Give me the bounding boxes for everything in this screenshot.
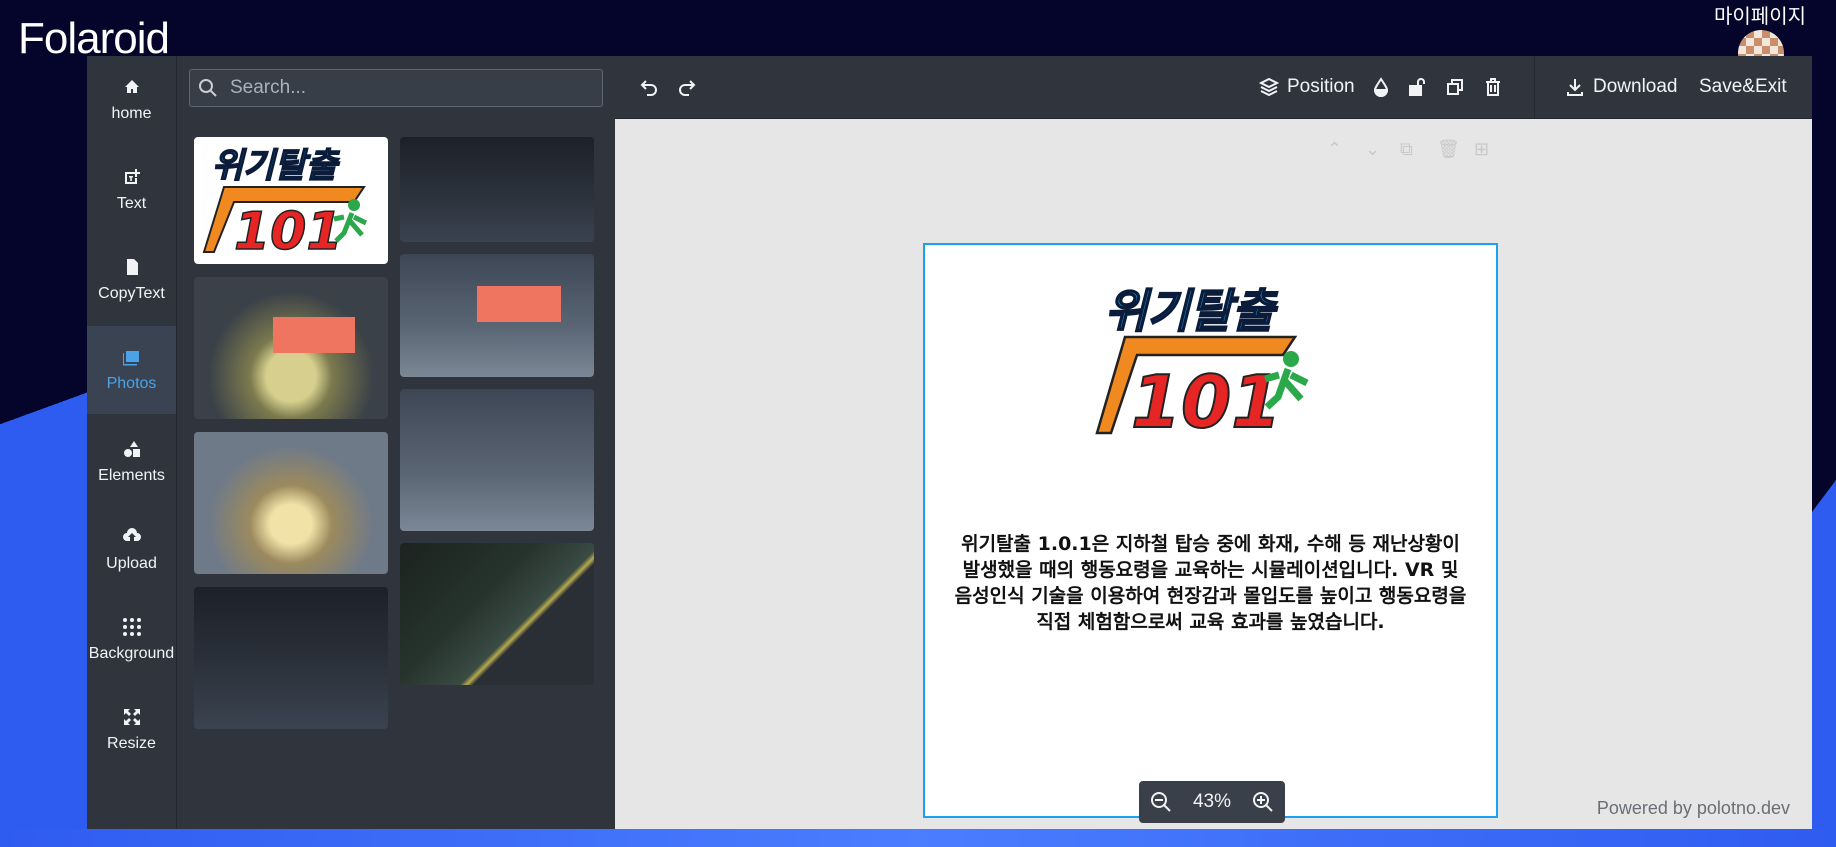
zoom-control: 43% <box>1139 781 1285 823</box>
photo-thumbnail[interactable] <box>400 543 594 685</box>
undo-button[interactable] <box>639 56 659 118</box>
download-icon <box>1567 79 1583 96</box>
overlay-message-box <box>477 286 561 322</box>
rail-item-label: home <box>111 105 152 122</box>
rail-item-background[interactable]: Background <box>87 596 176 684</box>
unlock-icon <box>1409 78 1425 96</box>
rail-item-label: CopyText <box>98 285 165 302</box>
duplicate-page-icon[interactable]: ⧉ <box>1400 139 1413 160</box>
overlay-message-box <box>273 317 355 353</box>
dots-grid-icon <box>122 618 141 636</box>
design-page[interactable]: 위기탈출 101 위기탈출 1.0.1은 지하철 탑승 중에 화재, 수해 등 … <box>923 243 1498 818</box>
zoom-in-button[interactable] <box>1252 791 1274 813</box>
shapes-icon <box>123 441 140 457</box>
undo-icon <box>640 80 657 96</box>
search-icon <box>199 79 217 97</box>
download-button[interactable]: Download <box>1565 56 1678 118</box>
text-add-icon <box>124 169 140 184</box>
lock-button[interactable] <box>1407 56 1427 118</box>
photo-thumbnail[interactable] <box>194 432 388 574</box>
rail-item-elements[interactable]: Elements <box>87 418 176 506</box>
logo-number-text: 101 <box>234 202 343 262</box>
position-button[interactable]: Position <box>1259 56 1355 118</box>
photo-thumbnail[interactable] <box>400 254 594 377</box>
layers-icon <box>1259 77 1279 97</box>
rail-item-photos[interactable]: Photos <box>87 326 176 414</box>
rail-item-copytext[interactable]: CopyText <box>87 236 176 324</box>
canvas-logo-image[interactable]: 위기탈출 101 <box>1095 275 1325 435</box>
document-icon <box>126 259 138 275</box>
zoom-level: 43% <box>1192 791 1231 812</box>
rail-item-label: Elements <box>98 467 165 484</box>
canvas-logo-title: 위기탈출 <box>1105 284 1278 338</box>
cloud-upload-icon <box>122 528 141 541</box>
home-icon <box>124 80 139 93</box>
photo-thumbnail[interactable] <box>400 389 594 531</box>
rail-item-home[interactable]: home <box>87 56 176 144</box>
trash-icon <box>1486 78 1500 96</box>
rail-item-label: Photos <box>106 375 157 392</box>
rail-item-label: Text <box>116 195 147 212</box>
photo-thumbnail[interactable]: 위기탈출 101 <box>194 137 388 264</box>
redo-button[interactable] <box>677 56 697 118</box>
opacity-drop-icon <box>1373 77 1389 97</box>
canvas-workspace: ⌃ ⌄ ⧉ 🗑 ⊞ 위기탈출 101 위기탈출 1.0.1은 지하철 탑승 중에… <box>615 119 1812 829</box>
mypage-link[interactable]: 마이페이지 <box>1714 0 1806 29</box>
move-down-icon[interactable]: ⌄ <box>1365 139 1380 160</box>
powered-by-text[interactable]: Powered by polotno.dev <box>1597 798 1790 819</box>
photo-thumbnail[interactable] <box>194 277 388 419</box>
toolbar-divider <box>1534 56 1535 118</box>
download-label: Download <box>1593 76 1678 97</box>
description-text[interactable]: 위기탈출 1.0.1은 지하철 탑승 중에 화재, 수해 등 재난상황이 발생했… <box>947 531 1474 635</box>
rail-item-text[interactable]: Text <box>87 146 176 234</box>
move-up-icon[interactable]: ⌃ <box>1327 139 1342 160</box>
zoom-out-button[interactable] <box>1150 791 1172 813</box>
position-label: Position <box>1287 76 1355 97</box>
logo-image: 위기탈출 101 <box>202 145 368 263</box>
description-line: 음성인식 기술을 이용하여 현장감과 몰입도를 높이고 행동요령을 <box>954 585 1467 607</box>
delete-button[interactable] <box>1483 56 1503 118</box>
resize-icon <box>123 709 140 725</box>
transparency-button[interactable] <box>1371 56 1391 118</box>
add-page-icon[interactable]: ⊞ <box>1474 139 1489 160</box>
rail-item-label: Background <box>88 645 175 662</box>
redo-icon <box>679 80 696 96</box>
delete-page-icon[interactable]: 🗑 <box>1437 139 1460 160</box>
rail-item-label: Resize <box>107 735 156 752</box>
photo-thumbnail[interactable] <box>194 587 388 729</box>
photos-panel: 위기탈출 101 <box>177 56 614 829</box>
search-input[interactable] <box>228 76 592 100</box>
rail-item-upload[interactable]: Upload <box>87 506 176 594</box>
description-line: 발생했을 때의 행동요령을 교육하는 시뮬레이션입니다. VR 및 <box>962 559 1459 581</box>
description-line: 직접 체험함으로써 교육 효과를 높였습니다. <box>1036 611 1385 633</box>
rail-item-resize[interactable]: Resize <box>87 686 176 774</box>
save-exit-button[interactable]: Save&Exit <box>1699 56 1787 118</box>
duplicate-button[interactable] <box>1445 56 1465 118</box>
background-shape-bottom <box>0 829 1836 847</box>
top-toolbar: Position Download Save&Exit <box>615 56 1812 119</box>
image-icon <box>122 351 139 366</box>
duplicate-icon <box>1447 79 1463 95</box>
search-box[interactable] <box>189 69 603 107</box>
save-exit-label: Save&Exit <box>1699 76 1787 97</box>
photo-thumbnail[interactable] <box>400 137 594 242</box>
canvas-logo-number: 101 <box>1131 360 1281 435</box>
side-rail: home Text CopyText Photos Elements Uploa… <box>87 56 177 829</box>
rail-item-label: Upload <box>106 555 157 572</box>
logo-title-text: 위기탈출 <box>212 146 340 186</box>
description-line: 위기탈출 1.0.1은 지하철 탑승 중에 화재, 수해 등 재난상황이 <box>961 533 1460 555</box>
editor-app: home Text CopyText Photos Elements Uploa… <box>87 56 1812 829</box>
